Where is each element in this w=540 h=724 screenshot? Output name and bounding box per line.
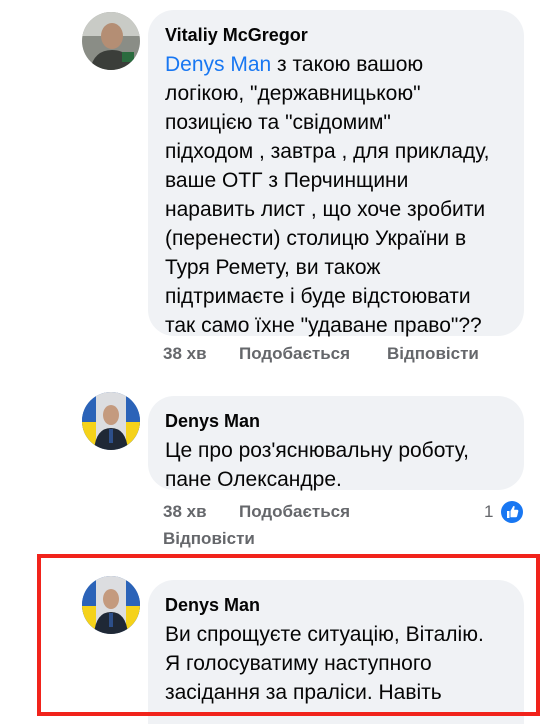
avatar[interactable] (82, 12, 140, 70)
reply-button[interactable]: Відповісти (163, 529, 255, 549)
mention-link[interactable]: Denys Man (165, 53, 271, 76)
like-button[interactable]: Подобається (239, 344, 350, 364)
avatar[interactable] (82, 392, 140, 450)
thumbs-up-icon[interactable] (501, 501, 523, 523)
comment-line: з такою вашою (271, 53, 424, 76)
comment-line: Це про роз'яснювальну роботу, (165, 439, 470, 462)
comment-bubble: Denys Man Це про роз'яснювальну роботу, … (148, 396, 524, 491)
comment-line: (перенести) столицю України в (165, 227, 467, 250)
like-button[interactable]: Подобається (239, 502, 350, 522)
timestamp[interactable]: 38 хв (163, 502, 207, 522)
reply-button[interactable]: Відповісти (387, 344, 479, 364)
comment-actions: 38 хв Подобається Відповісти (163, 344, 533, 368)
highlight-box (37, 554, 540, 716)
comment-line: Туря Ремету, ви також (165, 256, 381, 279)
comment-author[interactable]: Denys Man (165, 410, 507, 432)
comment-line: логікою, "державницькою" (165, 82, 421, 105)
comment-bubble: Vitaliy McGregor Denys Man з такою вашою… (148, 10, 524, 337)
comment-text: Це про роз'яснювальну роботу, пане Олекс… (165, 436, 507, 494)
comment-line: позицією та "свідомим" (165, 111, 391, 134)
reaction-count[interactable]: 1 (484, 502, 493, 522)
timestamp[interactable]: 38 хв (163, 344, 207, 364)
comment-line: ваше ОТГ з Перчинщини (165, 169, 409, 192)
comment-line: наравить лист , що хоче зробити (165, 198, 486, 221)
comment-author[interactable]: Vitaliy McGregor (165, 24, 507, 46)
comment-text: Denys Man з такою вашою логікою, "держав… (165, 50, 507, 340)
comment-line: підходом , завтра , для прикладу, (165, 140, 490, 163)
comment-actions: 38 хв Подобається Відповісти (163, 502, 533, 552)
comment-line: так само їхне "удаване право"?? (165, 314, 482, 337)
comment-line: пане Олександре. (165, 468, 342, 491)
comment-line: підтримаєте і буде відстоювати (165, 285, 471, 308)
